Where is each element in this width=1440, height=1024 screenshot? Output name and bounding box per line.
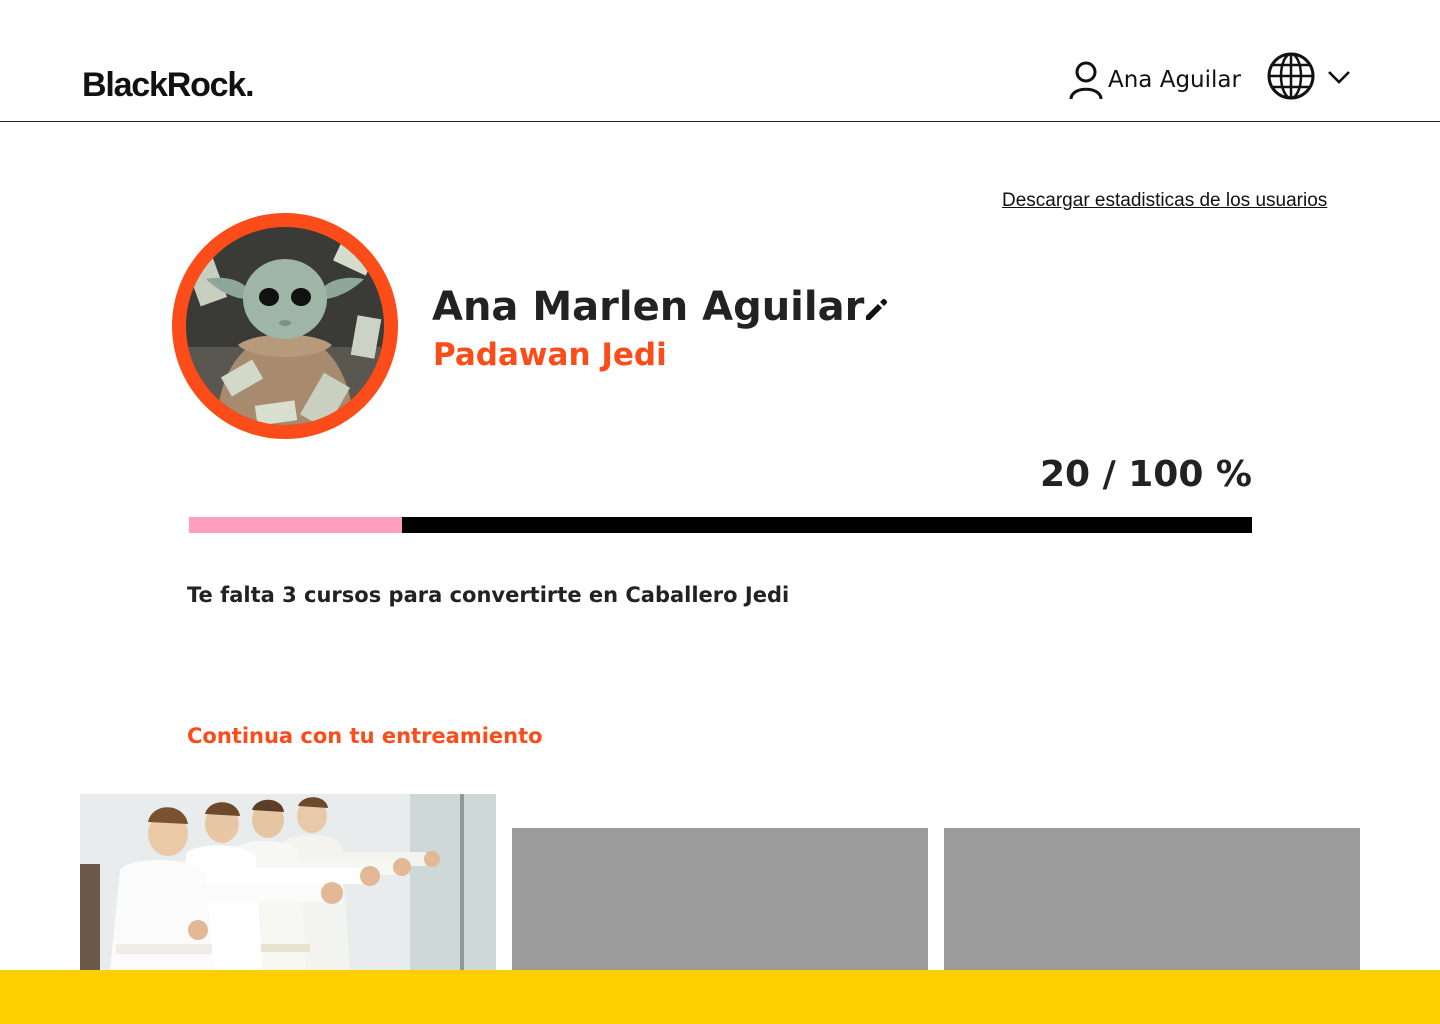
pencil-icon[interactable] xyxy=(862,296,890,324)
footer-bar xyxy=(0,970,1440,1024)
progress-label: 20 / 100 % xyxy=(1039,454,1252,495)
remaining-courses-text: Te falta 3 cursos para convertirte en Ca… xyxy=(187,583,790,607)
profile-rank: Padawan Jedi xyxy=(433,337,667,373)
user-icon xyxy=(1069,61,1103,100)
chevron-down-icon[interactable] xyxy=(1326,68,1352,86)
progress-fill xyxy=(189,517,402,533)
profile-name: Ana Marlen Aguilar xyxy=(432,284,865,330)
progress-bar xyxy=(189,517,1252,533)
continue-training-title: Continua con tu entreamiento xyxy=(187,724,543,748)
logo-text: BlackRock xyxy=(82,66,246,104)
user-menu[interactable]: Ana Aguilar xyxy=(1068,58,1241,102)
globe-icon[interactable] xyxy=(1266,51,1316,101)
logo-dot: . xyxy=(245,66,254,104)
course-card-1[interactable] xyxy=(80,794,496,970)
course-card-3[interactable] xyxy=(944,828,1360,970)
top-header: BlackRock. Ana Aguilar xyxy=(0,0,1440,122)
download-stats-link[interactable]: Descargar estadisticas de los usuarios xyxy=(1002,190,1327,212)
blackrock-logo[interactable]: BlackRock. xyxy=(82,66,255,105)
avatar-image xyxy=(186,227,384,425)
karate-kids-photo xyxy=(80,794,496,970)
user-name: Ana Aguilar xyxy=(1108,67,1241,93)
course-card-2[interactable] xyxy=(512,828,928,970)
avatar[interactable] xyxy=(172,213,398,439)
